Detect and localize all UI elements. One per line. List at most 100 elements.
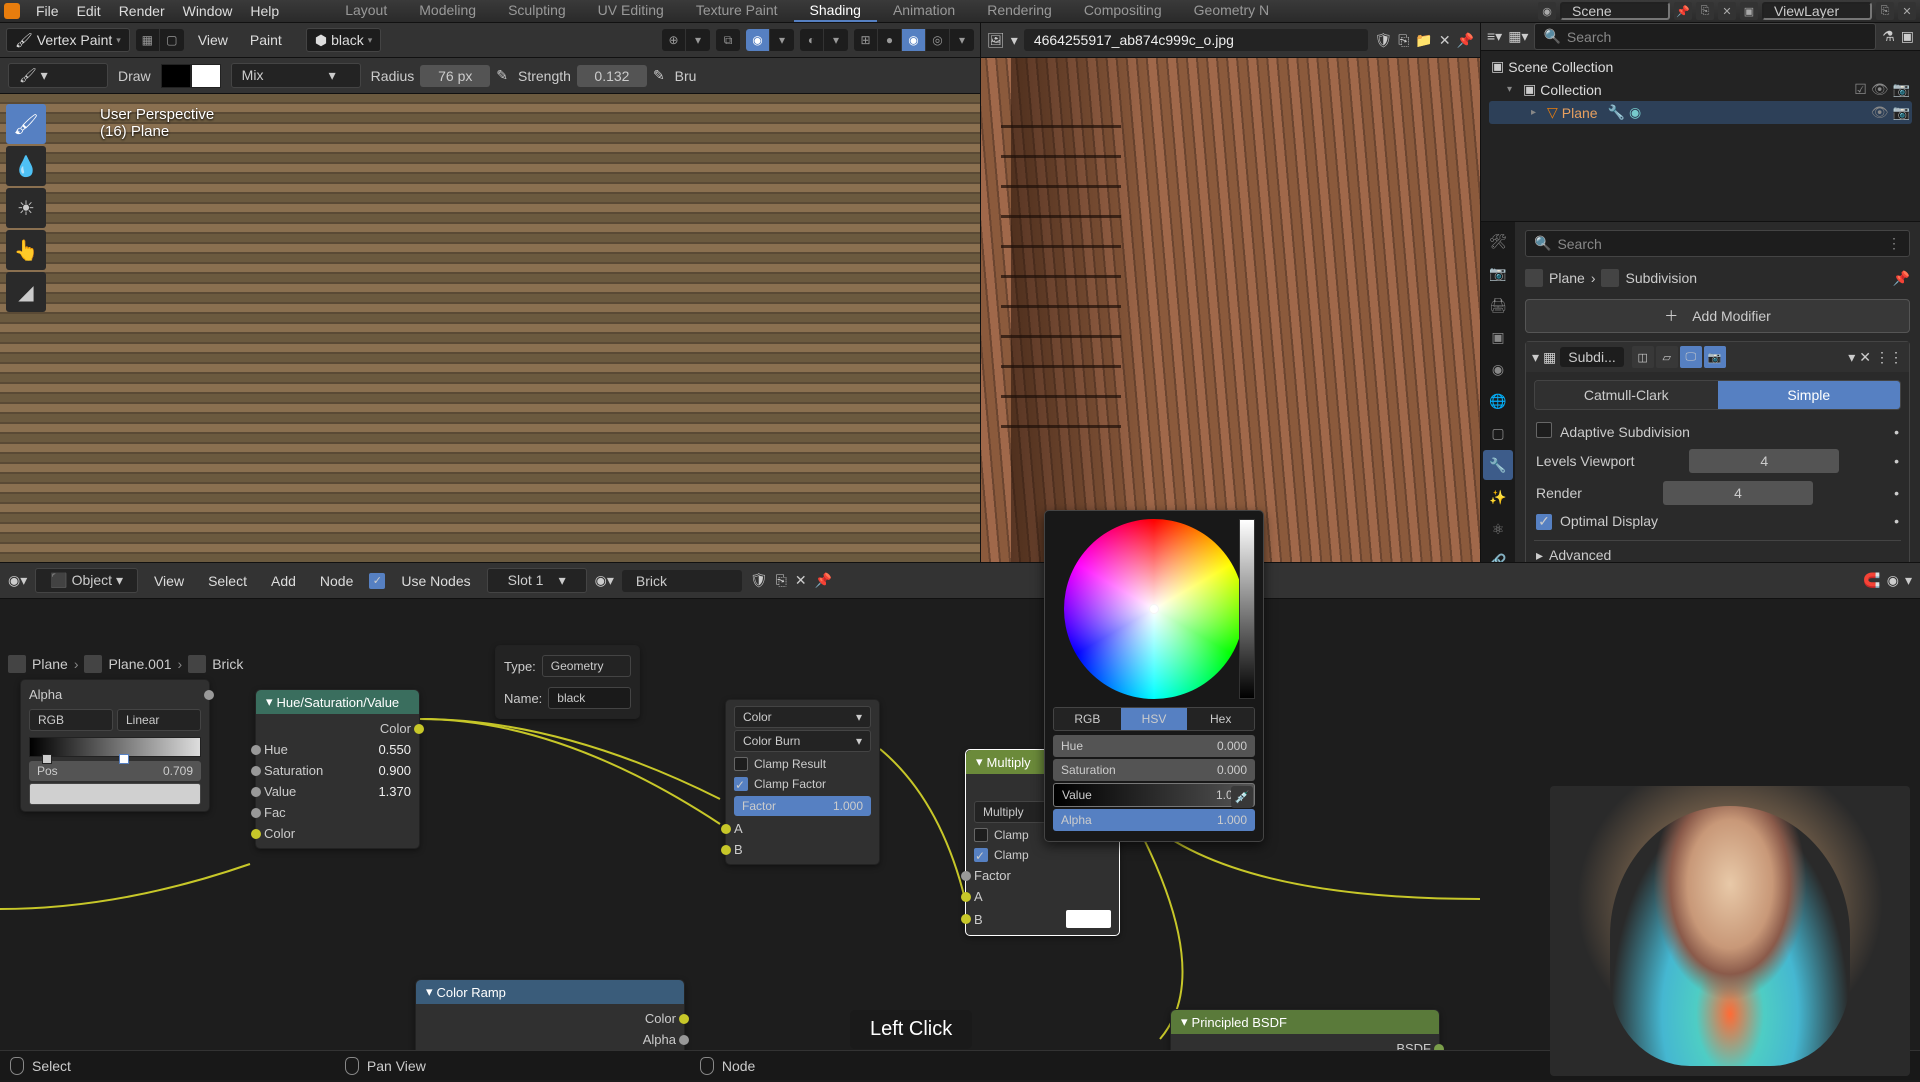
node-item-panel[interactable]: Type: Geometry Name: black (495, 645, 640, 719)
props-search[interactable]: 🔍 Search ⋮ (1525, 230, 1910, 257)
open-image-icon[interactable]: 📁 (1415, 32, 1432, 49)
ptab-object-icon[interactable]: ▢ (1483, 418, 1513, 448)
shade-dd-icon[interactable]: ▾ (950, 29, 974, 51)
ptab-physics-icon[interactable]: ⚛ (1483, 514, 1513, 544)
mod-delete-icon[interactable]: ✕ (1859, 349, 1871, 366)
pen-pressure-strength-icon[interactable]: ✎ (653, 67, 665, 84)
draw-tool-icon[interactable]: 🖌 (6, 104, 46, 144)
tab-sculpting[interactable]: Sculpting (492, 0, 582, 22)
viewlayer-icon[interactable]: ▣ (1740, 2, 1758, 20)
pin-icon[interactable]: 📌 (1457, 32, 1474, 49)
ptab-viewlayer-icon[interactable]: ▣ (1483, 322, 1513, 352)
decorator-icon[interactable]: • (1894, 453, 1899, 469)
shading-toggle-icon[interactable]: ◐ (800, 29, 824, 51)
material-browse-icon[interactable]: ◉▾ (595, 572, 614, 589)
scene-icon[interactable]: ◉ (1538, 2, 1556, 20)
disable-render-icon[interactable]: 📷 (1893, 81, 1910, 98)
color-wheel[interactable] (1064, 519, 1244, 699)
average-tool-icon[interactable]: ☀ (6, 188, 46, 228)
tab-rgb[interactable]: RGB (1054, 708, 1121, 730)
ptab-scene-icon[interactable]: ◉ (1483, 354, 1513, 384)
seg-simple[interactable]: Simple (1718, 381, 1901, 409)
ne-select-menu[interactable]: Select (200, 571, 255, 591)
mod-cage-icon[interactable]: ▱ (1656, 346, 1678, 368)
ptab-particle-icon[interactable]: ✨ (1483, 482, 1513, 512)
color-ramp-gradient[interactable] (29, 737, 201, 757)
tab-modeling[interactable]: Modeling (403, 0, 492, 22)
node-color-ramp-1[interactable]: Alpha RGB Linear Pos0.709 (20, 679, 210, 812)
unlink-material-icon[interactable]: ✕ (795, 572, 807, 589)
mod-drag-icon[interactable]: ⋮⋮ (1875, 349, 1903, 366)
tab-rendering[interactable]: Rendering (971, 0, 1068, 22)
mod-dd-icon[interactable]: ▾ (1848, 349, 1855, 366)
viewlayer-name-input[interactable] (1762, 2, 1872, 20)
shade-solid-icon[interactable]: ● (878, 29, 902, 51)
clamp-cb[interactable] (974, 828, 988, 842)
new-collection-icon[interactable]: ▣ (1901, 28, 1914, 45)
toggle-wire-icon[interactable]: ▢ (160, 29, 184, 51)
clamp-factor-cb[interactable]: ✓ (734, 777, 748, 791)
tab-shading[interactable]: Shading (794, 0, 877, 22)
disclosure-icon[interactable]: ▸ (1531, 107, 1543, 118)
mod-display-icon[interactable]: 🖵 (1680, 346, 1702, 368)
shading-dd-icon[interactable]: ▾ (824, 29, 848, 51)
blur-tool-icon[interactable]: 💧 (6, 146, 46, 186)
attr-type-dd[interactable]: Geometry (542, 655, 631, 677)
shader-type-dropdown[interactable]: ⬛ Object ▾ (35, 568, 138, 593)
clamp-result-cb[interactable] (734, 757, 748, 771)
tree-plane[interactable]: ▸ ▽ Plane 🔧 ◉ 👁 📷 (1489, 101, 1912, 124)
gizmo-dd-icon[interactable]: ▾ (686, 29, 710, 51)
ne-node-menu[interactable]: Node (312, 571, 361, 591)
filter-icon[interactable]: ⚗ (1882, 28, 1895, 45)
image-filename[interactable]: 4664255917_ab874c999c_o.jpg (1024, 29, 1369, 51)
disclosure-icon[interactable]: ▸ (1536, 547, 1543, 564)
levels-viewport-value[interactable]: 4 (1689, 449, 1839, 473)
exclude-checkbox-icon[interactable]: ☑ (1854, 81, 1867, 98)
ne-view-menu[interactable]: View (146, 571, 192, 591)
view-menu[interactable]: View (190, 30, 236, 50)
ramp-rgb-dd[interactable]: RGB (29, 709, 113, 731)
advanced-label[interactable]: Advanced (1543, 547, 1899, 563)
hue-slider[interactable]: Hue0.000 (1053, 735, 1255, 757)
eyedropper-icon[interactable]: 💉 (1231, 786, 1253, 808)
display-mode-icon[interactable]: ▦▾ (1508, 28, 1528, 45)
outliner-mode-icon[interactable]: ≡▾ (1487, 28, 1502, 45)
use-nodes-checkbox[interactable]: ✓ (369, 573, 385, 589)
brush-colors[interactable] (161, 64, 221, 88)
fake-user-icon[interactable]: 🛡 (1374, 32, 1392, 49)
decorator-icon[interactable]: • (1894, 513, 1899, 529)
overlay-icon[interactable]: ◉ (1887, 572, 1899, 589)
viewport-3d[interactable]: 🖌 💧 ☀ 👆 ◢ User Perspective (16) Plane (0, 94, 980, 562)
disclosure-icon[interactable]: ▾ (426, 984, 433, 1000)
ptab-output-icon[interactable]: 🖨 (1483, 290, 1513, 320)
node-mix-colorburn[interactable]: Color▾ Color Burn▾ Clamp Result ✓Clamp F… (725, 699, 880, 865)
mod-render-icon[interactable]: 📷 (1704, 346, 1726, 368)
mix-blend-dd[interactable]: Color Burn▾ (734, 730, 871, 752)
node-hsv[interactable]: ▾Hue/Saturation/Value Color Hue0.550 Sat… (255, 689, 420, 849)
overlays-icon[interactable]: ◉ (746, 29, 770, 51)
brush-dropdown[interactable]: 🖌 ▾ (8, 63, 108, 88)
color-cursor[interactable] (1149, 604, 1159, 614)
node-principled-bsdf[interactable]: ▾Principled BSDF BSDF Base Color Metalli… (1170, 1009, 1440, 1052)
pin-icon[interactable]: 📌 (815, 572, 832, 589)
hide-viewport-icon[interactable]: 👁 (1871, 81, 1889, 98)
tab-compositing[interactable]: Compositing (1068, 0, 1178, 22)
ne-add-menu[interactable]: Add (263, 571, 304, 591)
shade-render-icon[interactable]: ◎ (926, 29, 950, 51)
smear-tool-icon[interactable]: 👆 (6, 230, 46, 270)
ptab-tool-icon[interactable]: 🛠 (1483, 226, 1513, 256)
multiply-b-swatch[interactable] (1066, 910, 1111, 928)
material-slot-dropdown[interactable]: Slot 1 ▾ (487, 568, 587, 593)
disclosure-icon[interactable]: ▾ (266, 694, 273, 710)
new-material-icon[interactable]: ⎘ (776, 572, 787, 589)
ptab-modifier-icon[interactable]: 🔧 (1483, 450, 1513, 480)
new-image-icon[interactable]: ⎘ (1398, 32, 1409, 49)
menu-window[interactable]: Window (175, 1, 241, 21)
node-color-ramp-2[interactable]: ▾Color Ramp Color Alpha + − ▾ RGB▾ Linea… (415, 979, 685, 1052)
secondary-color-swatch[interactable] (191, 64, 221, 88)
menu-help[interactable]: Help (242, 1, 287, 21)
scene-name-input[interactable] (1560, 2, 1670, 20)
overlay-dd-icon[interactable]: ▾ (1905, 572, 1912, 589)
primary-color-swatch[interactable] (161, 64, 191, 88)
tree-collection[interactable]: ▾ ▣ Collection ☑ 👁 📷 (1489, 78, 1912, 101)
